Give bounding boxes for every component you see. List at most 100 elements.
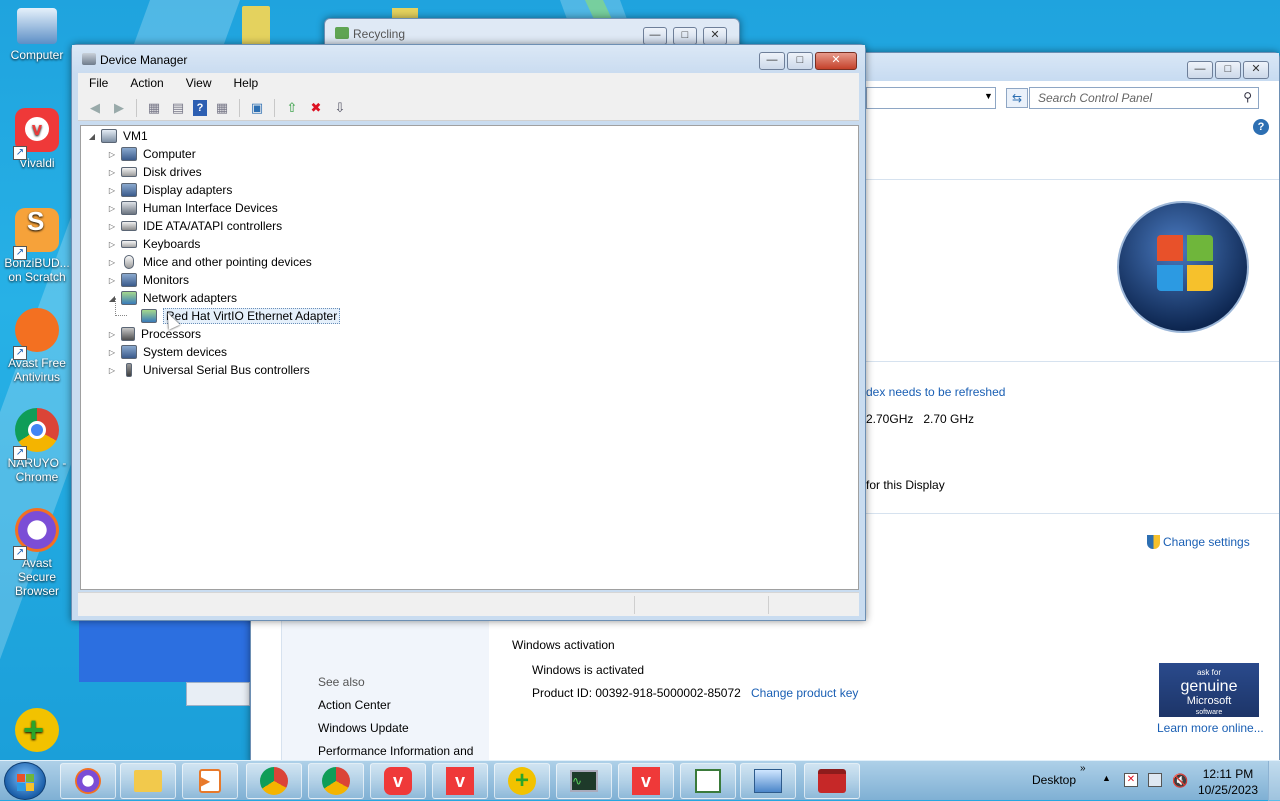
tree-root[interactable]: ◢ VM1	[87, 127, 148, 145]
desktop-icon-green-plus[interactable]: +	[2, 708, 72, 756]
change-product-key-link[interactable]: Change product key	[751, 686, 858, 700]
collapse-icon[interactable]: ◢	[87, 132, 97, 141]
taskbar-avast-secure-browser[interactable]	[60, 763, 116, 799]
tree-item-mice[interactable]: ▷ Mice and other pointing devices	[107, 253, 312, 271]
expand-icon[interactable]: ▷	[107, 330, 117, 339]
tree-item-keyboards[interactable]: ▷ Keyboards	[107, 235, 200, 253]
recycle-icon	[335, 27, 349, 39]
forward-icon[interactable]: ▶	[110, 99, 128, 117]
tree-item-disk-drives[interactable]: ▷ Disk drives	[107, 163, 202, 181]
expand-icon[interactable]: ▷	[107, 150, 117, 159]
action-center-icon[interactable]: ✕	[1124, 773, 1138, 787]
chevron-down-icon[interactable]: ▼	[984, 91, 993, 101]
tree-item-ide[interactable]: ▷ IDE ATA/ATAPI controllers	[107, 217, 282, 235]
close-button[interactable]: ✕	[815, 52, 857, 70]
taskbar-device-manager[interactable]	[804, 763, 860, 799]
see-also-action-center[interactable]: Action Center	[318, 698, 391, 712]
tree-item-network-child[interactable]: Red Hat VirtIO Ethernet Adapter	[115, 298, 341, 325]
menu-file[interactable]: File	[78, 73, 119, 95]
scan-hardware-icon[interactable]: ▣	[248, 99, 266, 117]
genuine-microsoft-badge[interactable]: ask for genuine Microsoft software	[1159, 663, 1259, 717]
see-also-performance[interactable]: Performance Information and	[318, 744, 473, 758]
taskbar-green-plus[interactable]: +	[494, 763, 550, 799]
close-button[interactable]: ✕	[1243, 61, 1269, 79]
expand-icon[interactable]: ▷	[107, 348, 117, 357]
menu-view[interactable]: View	[175, 73, 223, 95]
tree-item-usb[interactable]: ▷ Universal Serial Bus controllers	[107, 361, 310, 379]
menu-action[interactable]: Action	[119, 73, 174, 95]
taskbar-chrome-profile[interactable]	[246, 763, 302, 799]
maximize-button[interactable]: □	[673, 27, 697, 45]
show-hidden-icons[interactable]: ▲	[1102, 773, 1111, 783]
device-manager-titlebar[interactable]: Device Manager — □ ✕	[72, 45, 865, 73]
action-pane-icon[interactable]: ▦	[213, 99, 231, 117]
network-icon[interactable]	[1148, 773, 1162, 787]
taskbar-task-manager[interactable]: ∿	[556, 763, 612, 799]
help-icon[interactable]: ?	[1253, 119, 1269, 135]
tree-item-computer[interactable]: ▷ Computer	[107, 145, 196, 163]
update-driver-icon[interactable]: ⇧	[283, 99, 301, 117]
tree-item-system-devices[interactable]: ▷ System devices	[107, 343, 227, 361]
search-icon[interactable]: ⚲	[1243, 90, 1252, 104]
taskbar-explorer[interactable]	[120, 763, 176, 799]
desktop-icon-avast-secure-browser[interactable]: ↗ Avast Secure Browser	[2, 508, 72, 598]
expand-icon[interactable]: ▷	[107, 168, 117, 177]
disable-device-icon[interactable]: ⇩	[331, 99, 349, 117]
green-plus-icon: +	[508, 767, 536, 795]
show-hide-tree-icon[interactable]: ▦	[145, 99, 163, 117]
toolbar-chevron-icon[interactable]: »	[1080, 763, 1086, 774]
volume-icon[interactable]: 🔇	[1172, 773, 1188, 789]
properties-icon[interactable]: ▤	[169, 99, 187, 117]
close-button[interactable]: ✕	[703, 27, 727, 45]
tree-item-monitors[interactable]: ▷ Monitors	[107, 271, 189, 289]
expand-icon[interactable]: ▷	[107, 222, 117, 231]
help-icon[interactable]: ?	[193, 99, 207, 116]
minimize-button[interactable]: —	[1187, 61, 1213, 79]
refresh-icon[interactable]: ⇆	[1006, 88, 1028, 108]
expand-icon[interactable]: ▷	[107, 186, 117, 195]
desktop-toolbar-label[interactable]: Desktop	[1032, 773, 1076, 787]
windows-experience-index-link[interactable]: dex needs to be refreshed	[866, 385, 1005, 399]
taskbar-chrome[interactable]	[308, 763, 364, 799]
tree-item-processors[interactable]: ▷ Processors	[107, 325, 201, 343]
tree-item-display-adapters[interactable]: ▷ Display adapters	[107, 181, 232, 199]
expand-icon[interactable]: ▷	[107, 366, 117, 375]
desktop-icon-chrome[interactable]: ↗ NARUYO - Chrome	[2, 408, 72, 484]
taskbar-media-player[interactable]: ▶	[182, 763, 238, 799]
tree-item-label: Universal Serial Bus controllers	[143, 363, 310, 377]
taskbar-control-panel[interactable]	[740, 763, 796, 799]
desktop-icon-avast[interactable]: ↗ Avast Free Antivirus	[2, 308, 72, 384]
tree-item-hid[interactable]: ▷ Human Interface Devices	[107, 199, 278, 217]
taskbar-vivaldi-3[interactable]: v	[618, 763, 674, 799]
show-desktop-button[interactable]	[1268, 761, 1280, 801]
clock[interactable]: 12:11 PM 10/25/2023	[1198, 766, 1258, 798]
minimize-button[interactable]: —	[759, 52, 785, 70]
start-button[interactable]	[4, 762, 46, 800]
minimize-button[interactable]: —	[643, 27, 667, 45]
device-manager-window[interactable]: Device Manager — □ ✕ File Action View He…	[71, 44, 866, 621]
hid-icon	[121, 201, 137, 215]
taskbar-document[interactable]	[680, 763, 736, 799]
expand-icon[interactable]: ▷	[107, 258, 117, 267]
maximize-button[interactable]: □	[1215, 61, 1241, 79]
desktop-icon-computer[interactable]: Computer	[2, 8, 72, 62]
taskbar-vivaldi-2[interactable]: v	[432, 763, 488, 799]
maximize-button[interactable]: □	[787, 52, 813, 70]
selected-device-label[interactable]: Red Hat VirtIO Ethernet Adapter	[163, 308, 341, 324]
expand-icon[interactable]: ▷	[107, 240, 117, 249]
uninstall-icon[interactable]: ✖	[307, 99, 325, 117]
tree-item-label: System devices	[143, 345, 228, 359]
expand-icon[interactable]: ▷	[107, 204, 117, 213]
recycling-titlebar[interactable]: Recycling — □ ✕	[325, 19, 739, 47]
desktop-icon-vivaldi[interactable]: v ↗ Vivaldi	[2, 108, 72, 170]
vivaldi-icon: v ↗	[13, 108, 59, 160]
menu-help[interactable]: Help	[223, 73, 270, 95]
learn-more-link[interactable]: Learn more online...	[1157, 721, 1264, 735]
desktop-icon-scratch[interactable]: S ↗ BonziBUD... on Scratch	[2, 208, 72, 284]
search-input[interactable]: Search Control Panel ⚲	[1029, 87, 1259, 109]
see-also-windows-update[interactable]: Windows Update	[318, 721, 409, 735]
back-icon[interactable]: ◀	[86, 99, 104, 117]
expand-icon[interactable]: ▷	[107, 276, 117, 285]
change-settings-link[interactable]: Change settings	[1147, 535, 1250, 549]
taskbar-vivaldi[interactable]: v	[370, 763, 426, 799]
